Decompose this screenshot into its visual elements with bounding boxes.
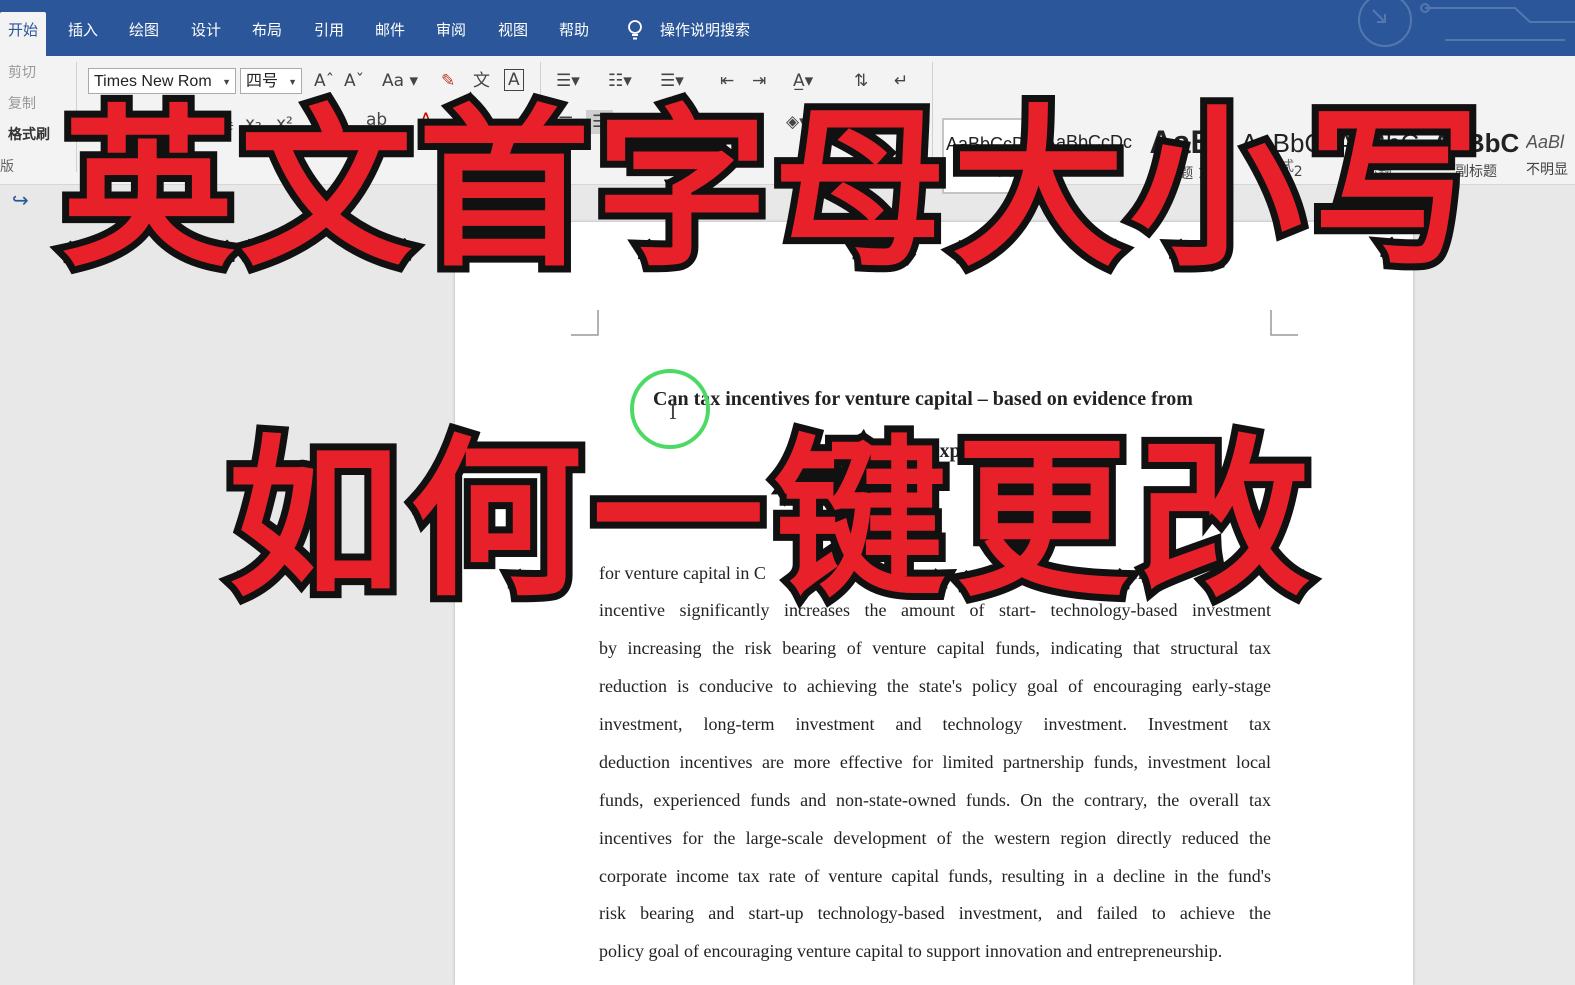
copy-button[interactable]: 复制	[8, 93, 36, 113]
ribbon-tab-bar: 开始 插入 绘图 设计 布局 引用 邮件 审阅 视图 帮助 操作说明搜索	[0, 0, 1575, 56]
bullets-icon[interactable]: ☰▾	[556, 71, 580, 91]
tab-layout[interactable]: 布局	[252, 18, 282, 42]
tab-help[interactable]: 帮助	[559, 18, 589, 42]
tab-draw[interactable]: 绘图	[129, 18, 159, 42]
asian-layout-icon[interactable]: A̲▾	[793, 71, 813, 91]
tab-mailings[interactable]: 邮件	[375, 18, 405, 42]
body-line[interactable]: incentives for the large-scale developme…	[599, 826, 1271, 850]
grow-font-icon[interactable]: Aˆ	[314, 71, 334, 91]
tab-home[interactable]: 开始	[0, 12, 47, 56]
lightbulb-icon[interactable]	[624, 18, 646, 42]
document-title-line-1[interactable]: Can tax incentives for venture capital –…	[653, 388, 1193, 411]
body-line[interactable]: funds, experienced funds and non-state-o…	[599, 788, 1271, 812]
body-line[interactable]: reduction is conducive to achieving the …	[599, 674, 1271, 698]
tab-insert[interactable]: 插入	[68, 18, 98, 42]
font-size-value: 四号	[246, 73, 279, 90]
format-painter-button[interactable]: 格式刷	[8, 124, 50, 144]
shrink-font-icon[interactable]: Aˇ	[344, 71, 364, 91]
increase-indent-icon[interactable]: ⇥	[752, 71, 766, 91]
font-name-value: Times New Rom	[94, 73, 212, 90]
margin-corner-mark	[1270, 310, 1298, 336]
change-case-label: Aa	[382, 71, 405, 91]
clear-formatting-icon[interactable]: ✎	[441, 71, 455, 91]
style-sample: AaBl	[1526, 132, 1565, 152]
redo-icon[interactable]: ↪	[12, 190, 29, 210]
multilevel-list-icon[interactable]: ☰▾	[660, 71, 684, 91]
overlay-caption-line-1: 英文首字母大小写	[55, 89, 1487, 290]
tab-design[interactable]: 设计	[191, 18, 221, 42]
style-subtle-emphasis[interactable]: AaBl 不明显	[1526, 118, 1575, 194]
numbering-icon[interactable]: ☷▾	[608, 71, 632, 91]
body-line[interactable]: deduction incentives are more effective …	[599, 750, 1271, 774]
decrease-indent-icon[interactable]: ⇤	[720, 71, 734, 91]
tab-view[interactable]: 视图	[498, 18, 528, 42]
style-name: 不明显	[1526, 162, 1568, 178]
change-case-button[interactable]: Aa ▾	[382, 71, 418, 91]
clipboard-group-label: 版	[0, 159, 14, 175]
sort-icon[interactable]: ⇅	[854, 71, 868, 91]
body-line[interactable]: corporate income tax rate of venture cap…	[599, 864, 1271, 888]
body-line[interactable]: policy goal of encouraging venture capit…	[599, 939, 1271, 963]
tab-references[interactable]: 引用	[314, 18, 344, 42]
body-line[interactable]: risk bearing and start-up technology-bas…	[599, 901, 1271, 925]
show-marks-icon[interactable]: ↵	[894, 71, 908, 91]
body-line[interactable]: by increasing the risk bearing of ventur…	[599, 636, 1271, 660]
body-line[interactable]: investment, long-term investment and tec…	[599, 712, 1271, 736]
overlay-caption-line-2: 如何一键更改	[221, 419, 1320, 620]
character-border-icon[interactable]: A	[504, 69, 524, 91]
phonetic-guide-icon[interactable]: 文	[473, 71, 490, 91]
cut-button[interactable]: 剪切	[8, 62, 36, 82]
margin-corner-mark	[571, 310, 599, 336]
tab-review[interactable]: 审阅	[436, 18, 466, 42]
circuit-decoration-icon	[1358, 0, 1575, 47]
tell-me-search[interactable]: 操作说明搜索	[660, 18, 750, 42]
